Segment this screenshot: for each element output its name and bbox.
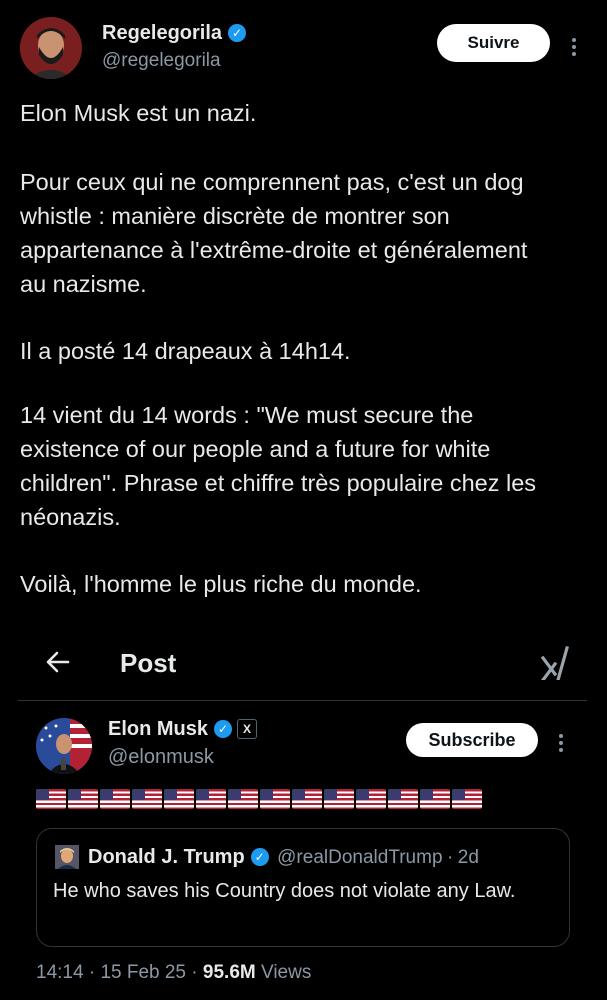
trump-avatar[interactable] <box>55 845 79 869</box>
post-page-title: Post <box>120 648 177 678</box>
views-count: 95.6M <box>202 962 256 983</box>
tweet-paragraph-4: 14 vient du 14 words : "We must secure t… <box>20 402 537 530</box>
us-flag-icon <box>420 789 450 809</box>
us-flag-icon <box>164 789 194 809</box>
post-meta: 14:14 · 15 Feb 25 · 95.6M Views <box>36 962 311 984</box>
author-handle[interactable]: @regelegorila <box>102 50 221 72</box>
elon-name[interactable]: Elon Musk <box>108 718 208 740</box>
post-time[interactable]: 14:14 <box>36 962 84 983</box>
grok-logo-icon[interactable] <box>540 646 570 683</box>
us-flag-icon <box>36 789 66 809</box>
flags-row <box>36 789 482 809</box>
elon-name-row[interactable]: Elon Musk ✓ X <box>108 718 258 741</box>
x-affiliation-icon[interactable]: X <box>237 719 258 739</box>
post-date[interactable]: 15 Feb 25 <box>100 962 186 983</box>
tweet-paragraph-3: Il a posté 14 drapeaux à 14h14. <box>20 338 351 364</box>
us-flag-icon <box>68 789 98 809</box>
us-flag-icon <box>196 789 226 809</box>
follow-button[interactable]: Suivre <box>437 24 550 62</box>
tweet-paragraph-5: Voilà, l'homme le plus riche du monde. <box>20 571 422 597</box>
quote-author-name[interactable]: Donald J. Trump <box>88 846 245 868</box>
verified-badge-icon: ✓ <box>214 720 233 738</box>
more-options-icon[interactable] <box>569 35 579 59</box>
author-avatar[interactable] <box>20 17 82 79</box>
us-flag-icon <box>324 789 354 809</box>
verified-badge-icon: ✓ <box>228 24 247 42</box>
us-flag-icon <box>356 789 386 809</box>
us-flag-icon <box>452 789 482 809</box>
meta-separator: · <box>191 962 198 983</box>
tweet-paragraph-1: Elon Musk est un nazi. <box>20 100 257 126</box>
author-name[interactable]: Regelegorila <box>102 22 222 44</box>
quote-time[interactable]: 2d <box>458 847 479 868</box>
us-flag-icon <box>228 789 258 809</box>
quote-separator: · <box>446 847 454 868</box>
quote-header: Donald J. Trump ✓ @realDonaldTrump · 2d <box>88 846 479 869</box>
elon-handle[interactable]: @elonmusk <box>108 746 214 769</box>
author-name-row[interactable]: Regelegorila ✓ <box>102 22 247 45</box>
us-flag-icon <box>388 789 418 809</box>
verified-badge-icon: ✓ <box>250 848 269 866</box>
back-arrow-icon[interactable] <box>44 648 72 676</box>
views-label: Views <box>261 962 312 983</box>
more-options-icon[interactable] <box>556 731 566 755</box>
elon-avatar[interactable] <box>36 718 92 774</box>
us-flag-icon <box>100 789 130 809</box>
quote-author-handle[interactable]: @realDonaldTrump <box>277 847 442 868</box>
us-flag-icon <box>292 789 322 809</box>
header-divider <box>18 700 587 701</box>
subscribe-button[interactable]: Subscribe <box>406 723 538 757</box>
us-flag-icon <box>260 789 290 809</box>
us-flag-icon <box>132 789 162 809</box>
tweet-paragraph-2: Pour ceux qui ne comprennent pas, c'est … <box>20 169 528 297</box>
meta-separator: · <box>88 962 96 983</box>
quote-text: He who saves his Country does not violat… <box>53 880 516 902</box>
quoted-tweet[interactable]: Donald J. Trump ✓ @realDonaldTrump · 2d H… <box>36 828 570 947</box>
